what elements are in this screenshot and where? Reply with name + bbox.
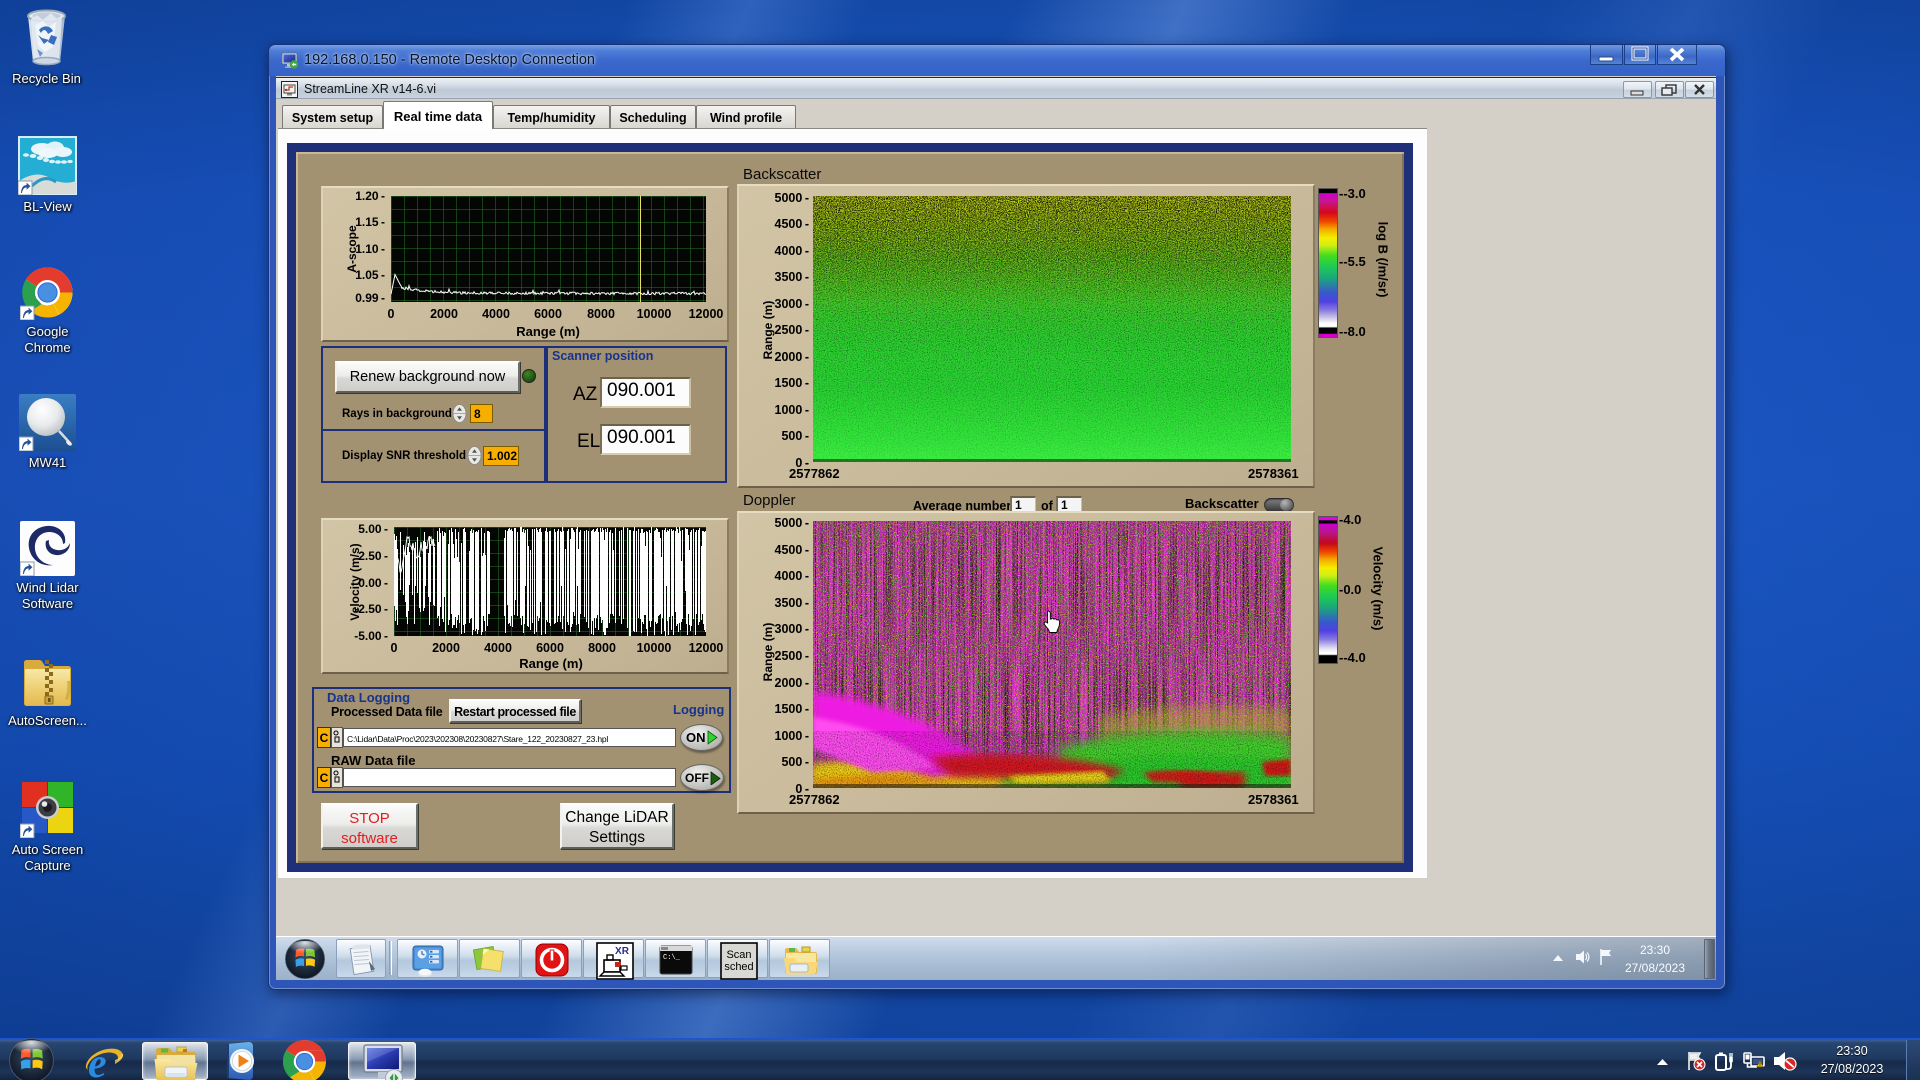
svg-text:sched: sched (724, 961, 753, 973)
svg-text:C:\_: C:\_ (663, 954, 681, 962)
svg-text:Scan: Scan (726, 949, 751, 961)
svg-text:XR: XR (615, 946, 630, 957)
